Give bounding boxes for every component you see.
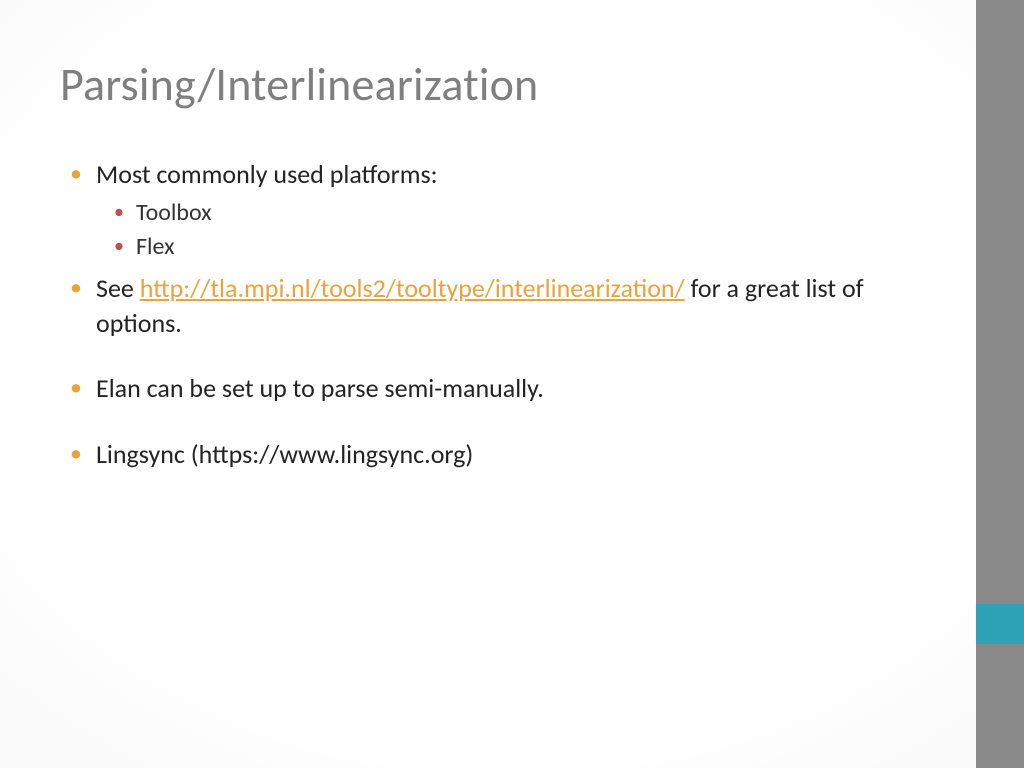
list-item: Toolbox [136, 196, 900, 231]
list-item: Elan can be set up to parse semi-manuall… [96, 371, 900, 406]
slide-title: Parsing/Interlinearization [60, 60, 900, 111]
bullet-text: Flex [136, 232, 175, 261]
bullet-text-pre: See [96, 272, 140, 304]
slide-content: Parsing/Interlinearization Most commonly… [0, 0, 960, 768]
bullet-text: Elan can be set up to parse semi-manuall… [96, 372, 544, 404]
bullet-text: Toolbox [136, 198, 212, 227]
list-item: Lingsync (https://www.lingsync.org) [96, 437, 900, 472]
bullet-text: Most commonly used platforms: [96, 158, 438, 190]
list-item: See http://tla.mpi.nl/tools2/tooltype/in… [96, 271, 900, 341]
accent-square [976, 604, 1024, 644]
interlinearization-link[interactable]: http://tla.mpi.nl/tools2/tooltype/interl… [140, 272, 685, 304]
sidebar-gray-strip [976, 0, 1024, 768]
list-item: Flex [136, 230, 900, 265]
bullet-list: Most commonly used platforms: Toolbox Fl… [60, 157, 900, 472]
sub-list: Toolbox Flex [96, 196, 900, 266]
list-item: Most commonly used platforms: Toolbox Fl… [96, 157, 900, 266]
bullet-text: Lingsync (https://www.lingsync.org) [96, 438, 473, 470]
